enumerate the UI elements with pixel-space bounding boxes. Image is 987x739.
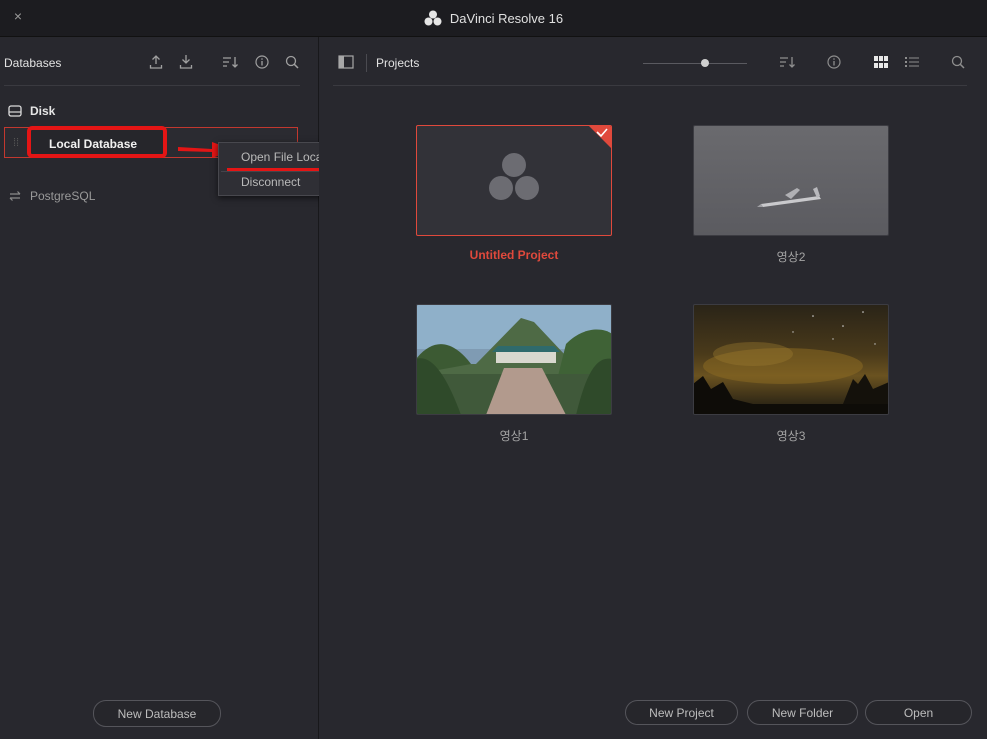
annotation-highlight-box: Local Database bbox=[27, 126, 167, 158]
davinci-logo-icon bbox=[424, 10, 442, 26]
grid-view-icon[interactable] bbox=[872, 53, 890, 71]
project-name-untitled: Untitled Project bbox=[469, 248, 559, 262]
divider bbox=[366, 54, 367, 72]
new-database-button[interactable]: New Database bbox=[93, 700, 221, 727]
sort-icon[interactable] bbox=[222, 53, 240, 71]
night-sky-thumbnail bbox=[694, 311, 888, 414]
davinci-logo-icon bbox=[489, 126, 611, 200]
postgresql-group-label: PostgreSQL bbox=[30, 189, 96, 203]
title-bar: × DaVinci Resolve 16 bbox=[0, 0, 987, 37]
disk-group: Disk bbox=[8, 104, 55, 118]
divider bbox=[333, 85, 967, 86]
project-tile-video1[interactable] bbox=[416, 304, 612, 415]
drag-handle-icon[interactable]: ⁞⁞ bbox=[13, 137, 19, 149]
projects-header: Projects bbox=[319, 37, 987, 87]
project-name-video2: 영상2 bbox=[776, 250, 806, 264]
sort-icon[interactable] bbox=[779, 53, 797, 71]
thumbnail-size-slider[interactable] bbox=[643, 63, 747, 64]
disk-group-label: Disk bbox=[30, 104, 56, 118]
local-database-label: Local Database bbox=[49, 137, 138, 151]
slider-knob[interactable] bbox=[701, 59, 710, 67]
project-tile-video2[interactable] bbox=[693, 125, 889, 236]
new-folder-button[interactable]: New Folder bbox=[747, 700, 858, 725]
databases-title: Databases bbox=[4, 56, 62, 70]
new-project-button[interactable]: New Project bbox=[625, 700, 738, 725]
divider bbox=[4, 85, 300, 86]
search-icon[interactable] bbox=[949, 53, 967, 71]
postgresql-group[interactable]: PostgreSQL bbox=[8, 189, 95, 203]
sidebar-toggle-icon[interactable] bbox=[337, 53, 355, 71]
upload-icon[interactable] bbox=[147, 53, 165, 71]
project-name-video1: 영상1 bbox=[499, 429, 529, 443]
project-name-video3: 영상3 bbox=[776, 429, 806, 443]
databases-header: Databases bbox=[0, 37, 318, 87]
list-view-icon[interactable] bbox=[903, 53, 921, 71]
info-icon[interactable] bbox=[825, 53, 843, 71]
download-icon[interactable] bbox=[177, 53, 195, 71]
airplane-thumbnail bbox=[757, 187, 821, 207]
disk-icon bbox=[8, 105, 22, 117]
project-tile-untitled[interactable] bbox=[416, 125, 612, 236]
open-button[interactable]: Open bbox=[865, 700, 972, 725]
projects-panel: Projects Untitled Project 영상2 영상1 영상3 Ne… bbox=[319, 37, 987, 739]
info-icon[interactable] bbox=[253, 53, 271, 71]
projects-title: Projects bbox=[376, 56, 420, 70]
project-tile-video3[interactable] bbox=[693, 304, 889, 415]
menu-item-disconnect[interactable]: Disconnect bbox=[241, 175, 300, 189]
search-icon[interactable] bbox=[283, 53, 301, 71]
window-title: DaVinci Resolve 16 bbox=[449, 10, 564, 26]
swap-arrows-icon bbox=[9, 191, 21, 201]
landscape-thumbnail bbox=[417, 305, 611, 414]
